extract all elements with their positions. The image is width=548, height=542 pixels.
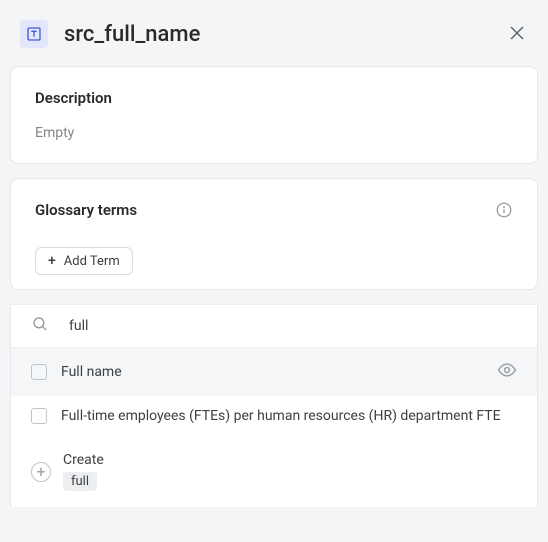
result-label: Full name [61,364,497,380]
create-plus-icon: + [31,462,51,482]
description-value: Empty [35,125,513,141]
search-row [11,304,537,348]
info-icon[interactable] [495,201,513,219]
add-term-button[interactable]: + Add Term [35,247,133,275]
search-panel: Full name Full-time employees (FTEs) per… [10,304,538,507]
type-icon [20,20,48,48]
glossary-title: Glossary terms [35,201,495,219]
glossary-card: Glossary terms + Add Term [10,178,538,290]
result-checkbox[interactable] [31,408,47,424]
close-button[interactable] [506,21,528,48]
search-result-item[interactable]: Full name [11,348,537,396]
create-term-row[interactable]: + Create full [11,436,537,507]
result-checkbox[interactable] [31,364,47,380]
panel-title: src_full_name [64,22,506,47]
result-label: Full-time employees (FTEs) per human res… [61,408,517,424]
create-term-chip: full [63,472,97,491]
description-title: Description [35,89,513,107]
search-icon [31,315,49,337]
eye-icon[interactable] [497,360,517,384]
plus-icon: + [48,253,56,269]
search-result-item[interactable]: Full-time employees (FTEs) per human res… [11,396,537,436]
add-term-label: Add Term [64,254,120,269]
description-card: Description Empty [10,66,538,164]
search-input[interactable] [69,318,517,334]
create-label: Create [63,452,104,468]
